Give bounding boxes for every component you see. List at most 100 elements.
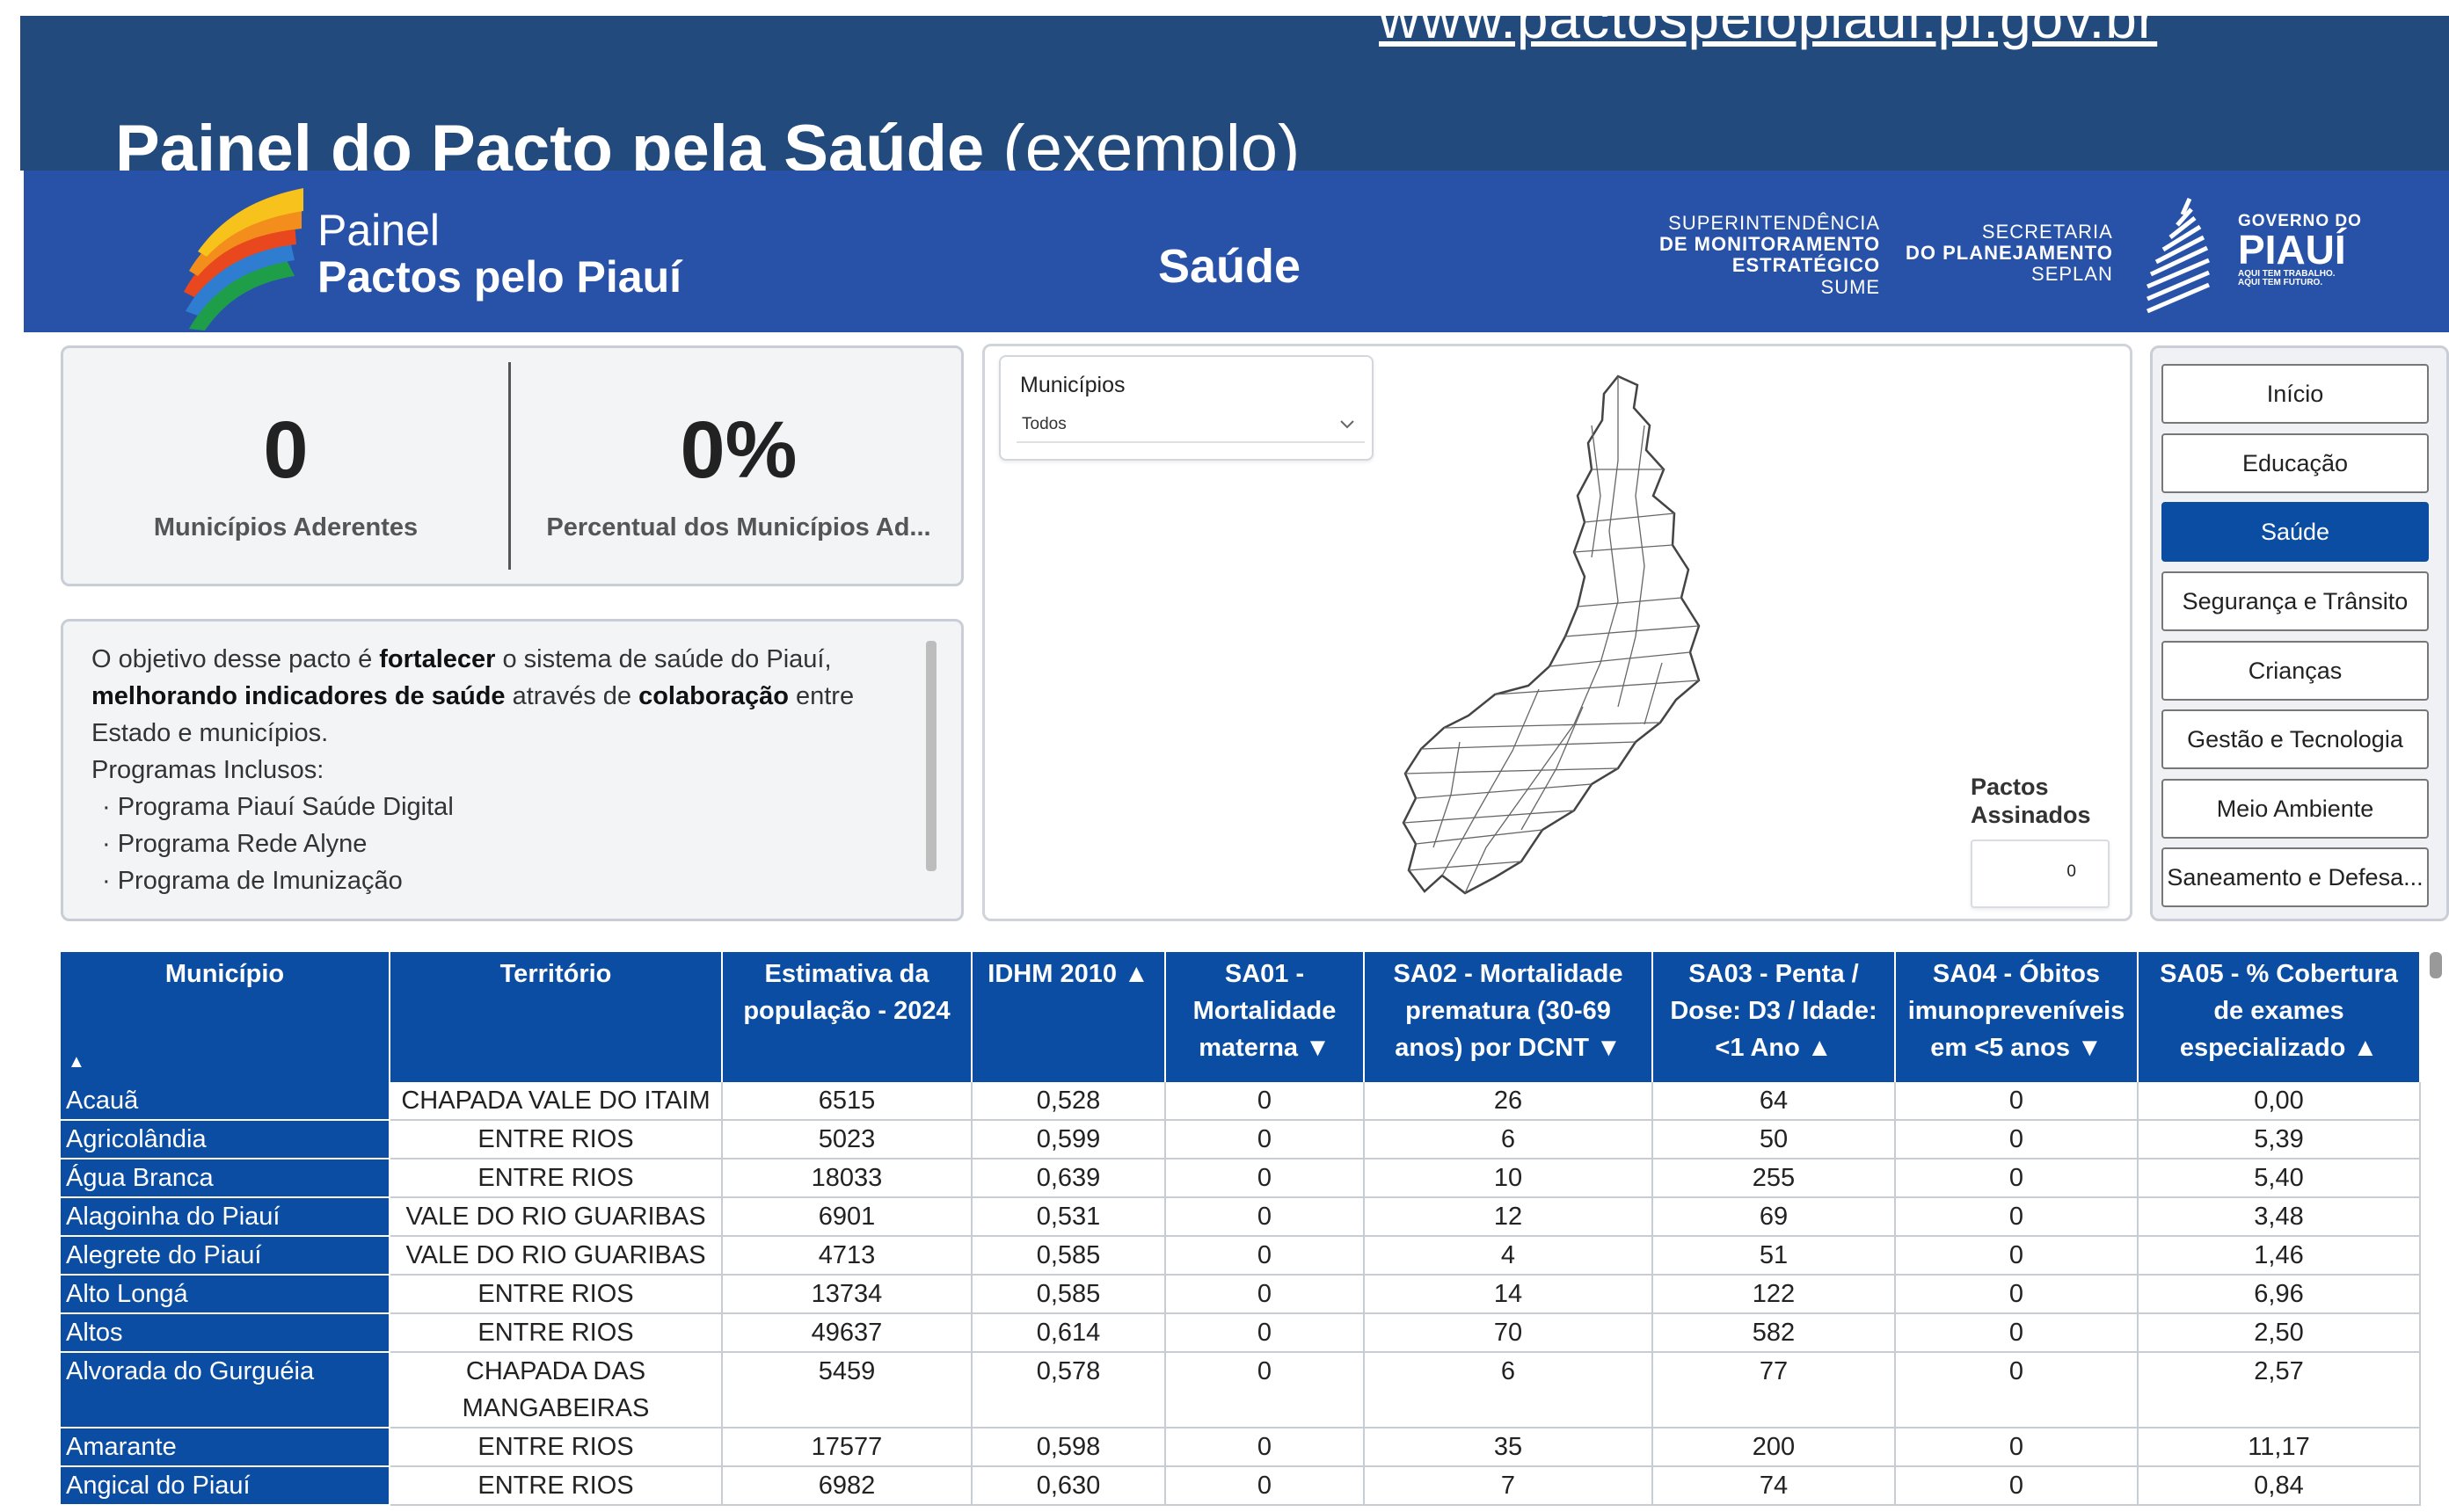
column-header-sa01[interactable]: SA01 - Mortalidade materna ▼ [1165,952,1365,1082]
table-cell: 0,84 [2138,1466,2421,1506]
column-header-sa03[interactable]: SA03 - Penta / Dose: D3 / Idade: <1 Ano … [1652,952,1896,1082]
table-cell: 0 [1895,1313,2139,1353]
table-row[interactable]: Angical do Piauí ENTRE RIOS 6982 0,630 0 7 74 0… [61,1466,2421,1506]
table-cell: 64 [1652,1082,1896,1121]
report-header: Painel Pactos pelo Piauí Saúde SUPERINTE… [24,171,2449,332]
table-cell: 6,96 [2138,1275,2421,1314]
cell-municipio: Angical do Piauí [61,1466,390,1506]
nav-button-educacao[interactable]: Educação [2161,433,2429,493]
table-cell: 0 [1165,1159,1365,1198]
table-cell: 0 [1165,1197,1365,1237]
nav-button-saneamento-defesa[interactable]: Saneamento e Defesa... [2161,847,2429,907]
nav-panel: Início Educação Saúde Segurança e Trânsi… [2150,345,2449,921]
table-scrollbar[interactable] [2430,952,2442,978]
table-row[interactable]: Alto Longá ENTRE RIOS 13734 0,585 0 14 122 0 6,9… [61,1275,2421,1314]
column-header-sa05[interactable]: SA05 - % Cobertura de exames especializa… [2138,952,2421,1082]
table-cell: 6 [1364,1352,1653,1428]
table-cell: 0 [1895,1197,2139,1237]
brand-title: Painel Pactos pelo Piauí [317,207,681,300]
nav-button-gestao-tecnologia[interactable]: Gestão e Tecnologia [2161,709,2429,769]
table-cell: 3,48 [2138,1197,2421,1237]
table-row[interactable]: Alagoinha do Piauí VALE DO RIO GUARIBAS 69… [61,1197,2421,1237]
description-scrollbar[interactable] [926,641,937,871]
table-row[interactable]: Acauã CHAPADA VALE DO ITAIM 6515 0,528 0 26 64… [61,1082,2421,1121]
table-cell: 0,599 [972,1120,1166,1159]
piaui-map[interactable] [1354,373,1811,900]
nav-button-seguranca-transito[interactable]: Segurança e Trânsito [2161,571,2429,631]
page-heading: Saúde [1158,240,1301,293]
sort-ascending-icon: ▲ [68,1052,85,1072]
column-header-municipio[interactable]: Município ▲ [61,952,390,1082]
table-row[interactable]: Água Branca ENTRE RIOS 18033 0,639 0 10 255 0 5,… [61,1159,2421,1198]
table-cell: 77 [1652,1352,1896,1428]
table-row[interactable]: Agricolândia ENTRE RIOS 5023 0,599 0 6 50 0 5,39 [61,1120,2421,1159]
table-cell: 255 [1652,1159,1896,1198]
table-cell: 0 [1165,1313,1365,1353]
table-row[interactable]: Amarante ENTRE RIOS 17577 0,598 0 35 200 0 11,17 [61,1428,2421,1467]
table-cell: 5,40 [2138,1159,2421,1198]
cell-municipio: Agricolândia [61,1120,390,1159]
site-url-link[interactable]: www.pactospelopiaui.pi.gov.br [1379,16,2157,51]
column-header-populacao[interactable]: Estimativa da população - 2024 [722,952,973,1082]
table-cell: 6 [1364,1120,1653,1159]
nav-button-meio-ambiente[interactable]: Meio Ambiente [2161,779,2429,839]
table-cell: 10 [1364,1159,1653,1198]
table-cell: ENTRE RIOS [390,1120,723,1159]
table-cell: 4713 [722,1236,973,1276]
table-cell: 69 [1652,1197,1896,1237]
table-cell: ENTRE RIOS [390,1313,723,1353]
kpi-label: Municípios Aderentes [153,513,419,542]
table-cell: 5459 [722,1352,973,1428]
table-cell: 0 [1895,1466,2139,1506]
brand-line-2: Pactos pelo Piauí [317,251,682,302]
table-cell: 0 [1895,1428,2139,1467]
nav-button-inicio[interactable]: Início [2161,364,2429,424]
table-cell: 7 [1364,1466,1653,1506]
table-cell: 0,585 [972,1236,1166,1276]
kpi-divider [508,362,511,570]
table-cell: VALE DO RIO GUARIBAS [390,1197,723,1237]
table-cell: 0,578 [972,1352,1166,1428]
pactos-assinados-card: 0 [1971,840,2110,908]
table-cell: 0,528 [972,1082,1166,1121]
pactos-logo-icon [184,188,303,331]
table-cell: 6982 [722,1466,973,1506]
table-cell: 0 [1165,1275,1365,1314]
table-cell: 6901 [722,1197,973,1237]
table-row[interactable]: Alegrete do Piauí VALE DO RIO GUARIBAS 471… [61,1236,2421,1276]
table-cell: 51 [1652,1236,1896,1276]
table-cell: 0 [1165,1082,1365,1121]
table-cell: 5,39 [2138,1120,2421,1159]
indicators-grid: Município ▲ Território Estimativa da popu… [61,952,2421,1506]
nav-button-criancas[interactable]: Crianças [2161,641,2429,701]
cell-municipio: Amarante [61,1428,390,1467]
nav-button-saude[interactable]: Saúde [2161,502,2429,562]
table-cell: 6515 [722,1082,973,1121]
program-item: · Programa de Imunização [102,867,403,895]
brand-line-1: Painel [317,206,440,255]
column-header-territorio[interactable]: Território [390,952,723,1082]
table-cell: 14 [1364,1275,1653,1314]
column-header-sa04[interactable]: SA04 - Óbitos imunopreveníveis em <5 ano… [1895,952,2139,1082]
table-cell: 2,50 [2138,1313,2421,1353]
table-cell: CHAPADA VALE DO ITAIM [390,1082,723,1121]
table-row[interactable]: Alvorada do Gurguéia CHAPADA DAS MANGABEI… [61,1352,2421,1428]
table-header-row: Município ▲ Território Estimativa da popu… [61,952,2421,1082]
sume-logo: SUPERINTENDÊNCIA DE MONITORAMENTO ESTRAT… [1659,212,1881,298]
cell-municipio: Alvorada do Gurguéia [61,1352,390,1428]
table-cell: 0 [1895,1275,2139,1314]
kpi-value: 0 [263,405,309,495]
municipios-dropdown[interactable]: Todos [1017,408,1365,443]
table-row[interactable]: Altos ENTRE RIOS 49637 0,614 0 70 582 0 2,50 [61,1313,2421,1353]
kpi-value: 0% [680,405,798,495]
table-cell: 0,598 [972,1428,1166,1467]
cell-municipio: Alagoinha do Piauí [61,1197,390,1237]
kpi-percentual: 0% Percentual dos Municípios Ad... [514,410,964,542]
column-header-idhm[interactable]: IDHM 2010 ▲ [972,952,1166,1082]
cell-municipio: Altos [61,1313,390,1353]
column-header-sa02[interactable]: SA02 - Mortalidade prematura (30-69 anos… [1364,952,1653,1082]
table-cell: 0,585 [972,1275,1166,1314]
programs-list: · Programa Piauí Saúde Digital · Program… [91,789,917,899]
table-cell: 2,57 [2138,1352,2421,1428]
table-cell: 0 [1165,1120,1365,1159]
